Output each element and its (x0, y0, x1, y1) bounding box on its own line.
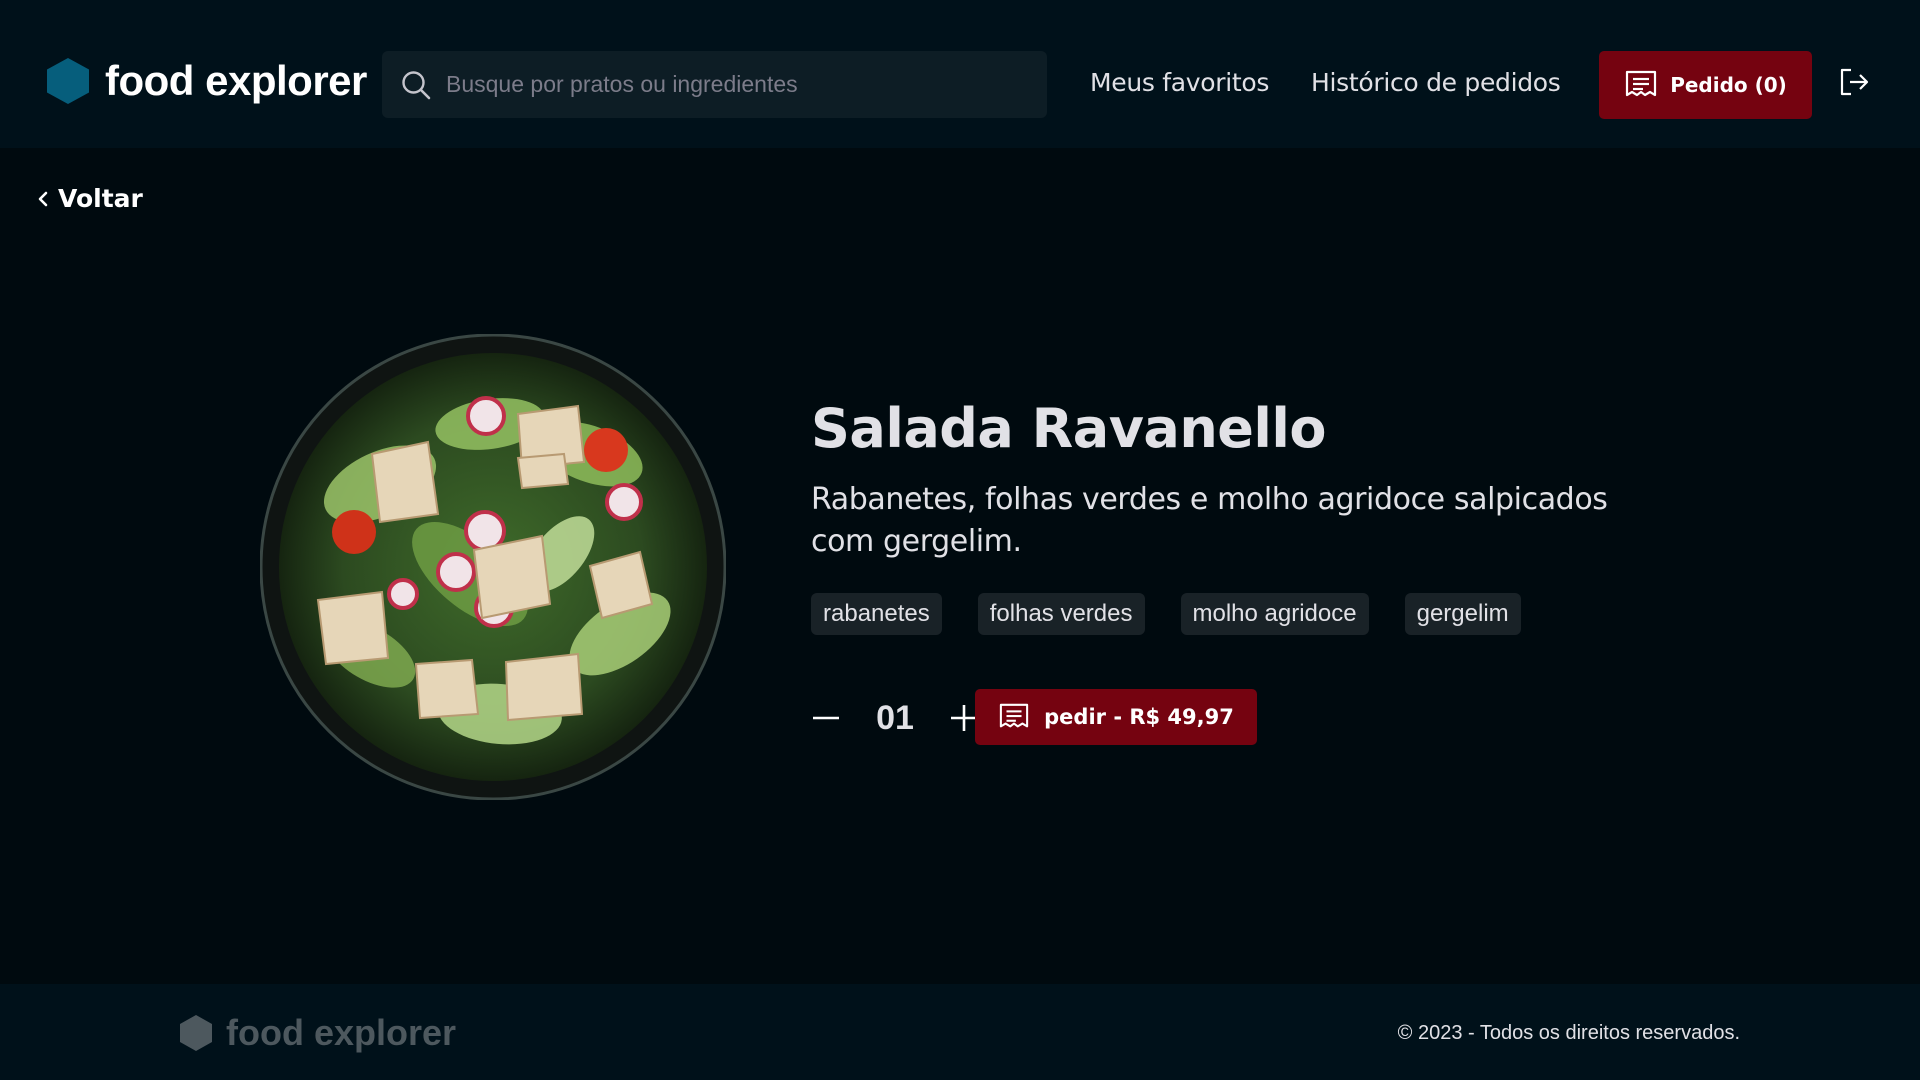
order-button-label: Pedido (0) (1670, 73, 1787, 97)
header: food explorer Meus favoritos Histórico d… (0, 0, 1920, 148)
logout-button[interactable] (1838, 66, 1870, 98)
sign-out-icon (1840, 68, 1869, 96)
hexagon-logo-icon (180, 1015, 212, 1051)
search-input[interactable] (446, 51, 1047, 118)
minus-icon[interactable] (811, 703, 841, 733)
logo-text: food explorer (105, 57, 367, 104)
search-bar[interactable] (382, 51, 1047, 118)
search-icon (402, 70, 431, 99)
quantity-value: 01 (876, 698, 914, 737)
ingredient-tag: folhas verdes (977, 593, 1145, 635)
back-link[interactable]: Voltar (36, 184, 143, 213)
receipt-icon (999, 703, 1029, 728)
footer-logo: food explorer (180, 1012, 456, 1054)
ingredient-tags: rabanetes folhas verdes molho agridoce g… (811, 593, 1521, 635)
footer: food explorer © 2023 - Todos os direitos… (0, 984, 1920, 1080)
receipt-icon (1626, 70, 1657, 97)
order-button[interactable]: Pedido (0) (1599, 51, 1812, 119)
quantity-stepper: 01 (811, 690, 979, 746)
copyright-text: © 2023 - Todos os direitos reservados. (1397, 1022, 1740, 1044)
dish-description: Rabanetes, folhas verdes e molho agridoc… (811, 482, 1608, 559)
dish-title: Salada Ravanello (811, 397, 1327, 460)
ingredient-tag: rabanetes (811, 593, 942, 635)
logo[interactable]: food explorer (47, 54, 367, 108)
nav-favorites-link[interactable]: Meus favoritos (1090, 68, 1269, 97)
add-to-order-button[interactable]: pedir - R$ 49,97 (975, 689, 1257, 745)
hexagon-logo-icon (47, 58, 89, 104)
ingredient-tag: molho agridoce (1180, 593, 1369, 635)
dish-image (260, 334, 726, 800)
chevron-left-icon (38, 191, 48, 206)
footer-logo-text: food explorer (226, 1012, 457, 1053)
nav-order-history-link[interactable]: Histórico de pedidos (1311, 68, 1561, 97)
ingredient-tag: gergelim (1404, 593, 1521, 635)
back-link-label: Voltar (58, 184, 143, 213)
add-to-order-button-label: pedir - R$ 49,97 (1044, 705, 1234, 729)
